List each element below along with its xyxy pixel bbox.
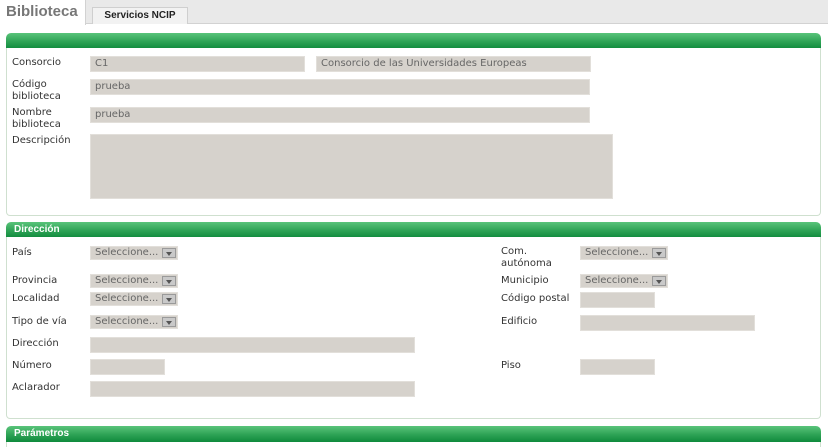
descripcion-label: Descripción [12,135,71,146]
nombre-label-line2: biblioteca [12,119,61,130]
descripcion-textarea[interactable] [90,134,613,199]
numero-label: Número [12,360,52,371]
aclarador-field[interactable] [90,381,415,397]
localidad-select-value: Seleccione... [95,293,159,304]
direccion-panel-header: Dirección [6,222,821,238]
pais-select[interactable]: Seleccione... [90,246,178,260]
pais-label: País [12,247,32,258]
tab-servicios-ncip[interactable]: Servicios NCIP [92,7,188,24]
tipo-via-select[interactable]: Seleccione... [90,315,178,329]
piso-label: Piso [501,360,521,371]
edificio-label: Edificio [501,316,538,327]
piso-field[interactable] [580,359,655,375]
localidad-label: Localidad [12,293,60,304]
numero-field[interactable] [90,359,165,375]
com-autonoma-select[interactable]: Seleccione... [580,246,668,260]
nombre-label-line1: Nombre [12,107,52,118]
parametros-panel-header[interactable]: Parámetros [6,426,821,442]
tipo-via-label: Tipo de vía [12,316,67,327]
codigo-biblioteca-label: Código biblioteca [12,79,61,103]
com-autonoma-label: Com. autónoma [501,246,552,270]
com-label-line1: Com. [501,246,528,257]
edificio-field[interactable] [580,315,755,331]
consorcio-label: Consorcio [12,57,62,68]
municipio-label: Municipio [501,275,549,286]
consorcio-code-field[interactable]: C1 [90,56,305,72]
provincia-select-value: Seleccione... [95,275,159,286]
chevron-down-icon[interactable] [652,248,666,258]
provincia-select[interactable]: Seleccione... [90,274,178,288]
codigo-label-line2: biblioteca [12,91,61,102]
codigo-label-line1: Código [12,79,47,90]
municipio-select-value: Seleccione... [585,275,649,286]
chevron-down-icon[interactable] [652,276,666,286]
general-panel-header [6,33,821,49]
nombre-biblioteca-label: Nombre biblioteca [12,107,61,131]
parametros-panel [6,442,821,447]
pais-select-value: Seleccione... [95,247,159,258]
com-select-value: Seleccione... [585,247,649,258]
municipio-select[interactable]: Seleccione... [580,274,668,288]
provincia-label: Provincia [12,275,58,286]
chevron-down-icon[interactable] [162,317,176,327]
nombre-biblioteca-field[interactable]: prueba [90,107,590,123]
direccion-label: Dirección [12,338,59,349]
tipo-via-select-value: Seleccione... [95,316,159,327]
codigo-postal-field[interactable] [580,292,655,308]
chevron-down-icon[interactable] [162,294,176,304]
codigo-postal-label: Código postal [501,293,570,304]
aclarador-label: Aclarador [12,382,60,393]
direccion-field[interactable] [90,337,415,353]
chevron-down-icon[interactable] [162,276,176,286]
consorcio-name-field[interactable]: Consorcio de las Universidades Europeas [316,56,591,72]
com-label-line2: autónoma [501,258,552,269]
tab-biblioteca[interactable]: Biblioteca [0,0,86,25]
codigo-biblioteca-field[interactable]: prueba [90,79,590,95]
localidad-select[interactable]: Seleccione... [90,292,178,306]
chevron-down-icon[interactable] [162,248,176,258]
